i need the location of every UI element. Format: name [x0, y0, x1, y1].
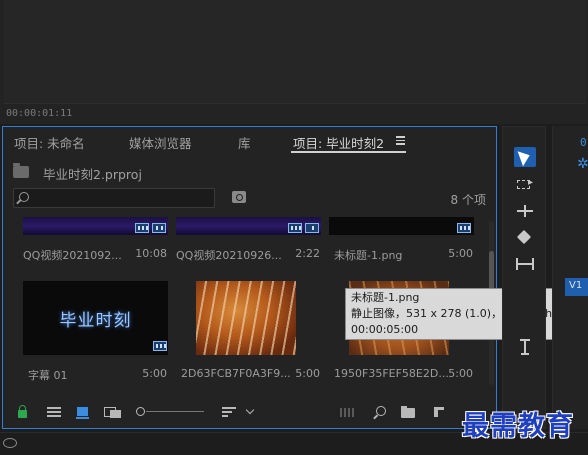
media-thumbnail[interactable]: 毕业时刻 [23, 281, 168, 355]
panel-tabs: 项目: 未命名 媒体浏览器 库 项目: 毕业时刻2 [3, 127, 496, 155]
media-item-name: QQ视频20210926... [176, 249, 282, 262]
automate-to-sequence-icon[interactable] [340, 406, 356, 418]
folder-up-icon[interactable] [13, 163, 29, 178]
monitor-timecode[interactable]: 00:00:01:11 [6, 108, 72, 119]
timeline-panel-edge: 0( ✲ V1 [552, 126, 588, 429]
program-monitor: 00:00:01:11 [0, 0, 588, 124]
freeform-view-icon[interactable] [104, 406, 122, 418]
lock-icon[interactable] [16, 405, 30, 418]
media-item[interactable]: 毕业时刻 字幕 01 5:00 [23, 281, 173, 385]
media-item-duration: 10:08 [135, 247, 167, 260]
creative-cloud-icon[interactable] [3, 438, 17, 448]
media-item-name: 未标题-1.png [334, 249, 403, 262]
snap-icon[interactable]: ✲ [577, 156, 588, 172]
project-file-name: 毕业时刻2.prproj [43, 167, 142, 182]
media-item[interactable]: 未标题-1.png 5:00 [329, 217, 479, 275]
zoom-slider-handle[interactable] [136, 407, 145, 416]
ripple-edit-icon [517, 205, 533, 217]
slip-icon [516, 258, 534, 270]
proxy-icon [305, 223, 319, 233]
scrollbar-thumb[interactable] [489, 251, 494, 291]
media-item[interactable]: QQ视频20210926... 2:22 [176, 217, 326, 275]
caption-badge-icon [153, 341, 167, 351]
item-count: 8 个项 [450, 193, 486, 207]
type-tool[interactable] [514, 337, 536, 357]
zoom-slider-track[interactable] [146, 411, 204, 412]
sort-icons-icon[interactable] [222, 406, 238, 418]
razor-tool[interactable] [514, 228, 536, 248]
selection-arrow-icon [517, 147, 533, 167]
project-panel: 项目: 未命名 媒体浏览器 库 项目: 毕业时刻2 毕业时刻2.prproj 8… [2, 126, 497, 429]
media-item-name: QQ视频2021092... [23, 249, 122, 262]
monitor-viewer[interactable] [4, 0, 586, 104]
search-icon [19, 192, 29, 202]
video-badge-icon [135, 223, 149, 233]
tab-libraries[interactable]: 库 [238, 133, 251, 152]
tab-project-untitled[interactable]: 项目: 未命名 [14, 133, 85, 152]
media-item-duration: 5:00 [295, 367, 320, 380]
new-bin-icon[interactable] [401, 406, 415, 418]
track-select-forward-tool[interactable] [514, 175, 536, 195]
linked-audio-icon [152, 223, 166, 233]
chevron-down-icon[interactable] [245, 405, 255, 415]
bin-path: 毕业时刻2.prproj [13, 163, 313, 182]
new-search-bin-icon[interactable] [232, 191, 246, 203]
panel-menu-icon[interactable] [396, 136, 405, 145]
track-select-icon [517, 177, 533, 189]
icon-view-icon[interactable] [76, 406, 90, 419]
media-item-name: 字幕 01 [28, 369, 68, 382]
ripple-edit-tool[interactable] [514, 201, 536, 221]
panel-toolbar [3, 398, 496, 426]
media-item-duration: 5:00 [448, 367, 473, 380]
list-view-icon[interactable] [47, 406, 61, 418]
media-item[interactable]: QQ视频2021092... 10:08 [23, 217, 173, 275]
media-item-duration: 5:00 [448, 247, 473, 260]
search-input[interactable] [13, 188, 215, 208]
selection-tool[interactable] [514, 147, 536, 167]
still-badge-icon [457, 223, 471, 233]
active-tab-indicator [291, 151, 406, 153]
media-item-duration: 5:00 [142, 367, 167, 380]
tools-panel [502, 126, 546, 429]
media-item[interactable]: 2D63FCB7F0A3F9... 5:00 [176, 281, 326, 385]
media-item-name: 1950F35FEF58E2D... [334, 367, 449, 380]
tab-project-graduation[interactable]: 项目: 毕业时刻2 [293, 133, 384, 152]
tab-media-browser[interactable]: 媒体浏览器 [129, 133, 192, 152]
find-icon[interactable] [373, 406, 387, 418]
new-item-icon[interactable] [432, 406, 446, 418]
track-v1-label[interactable]: V1 [565, 278, 588, 296]
slip-tool[interactable] [514, 254, 536, 274]
type-icon [520, 339, 530, 355]
media-thumbnail[interactable] [196, 281, 296, 355]
razor-icon [516, 229, 532, 245]
media-item-name: 2D63FCB7F0A3F9... [181, 367, 291, 380]
watermark-logo: 最需教育 [462, 411, 574, 442]
timeline-timecode[interactable]: 0( [580, 136, 588, 149]
media-item-duration: 2:22 [295, 247, 320, 260]
media-thumbnail[interactable] [329, 217, 474, 235]
video-badge-icon [288, 223, 302, 233]
